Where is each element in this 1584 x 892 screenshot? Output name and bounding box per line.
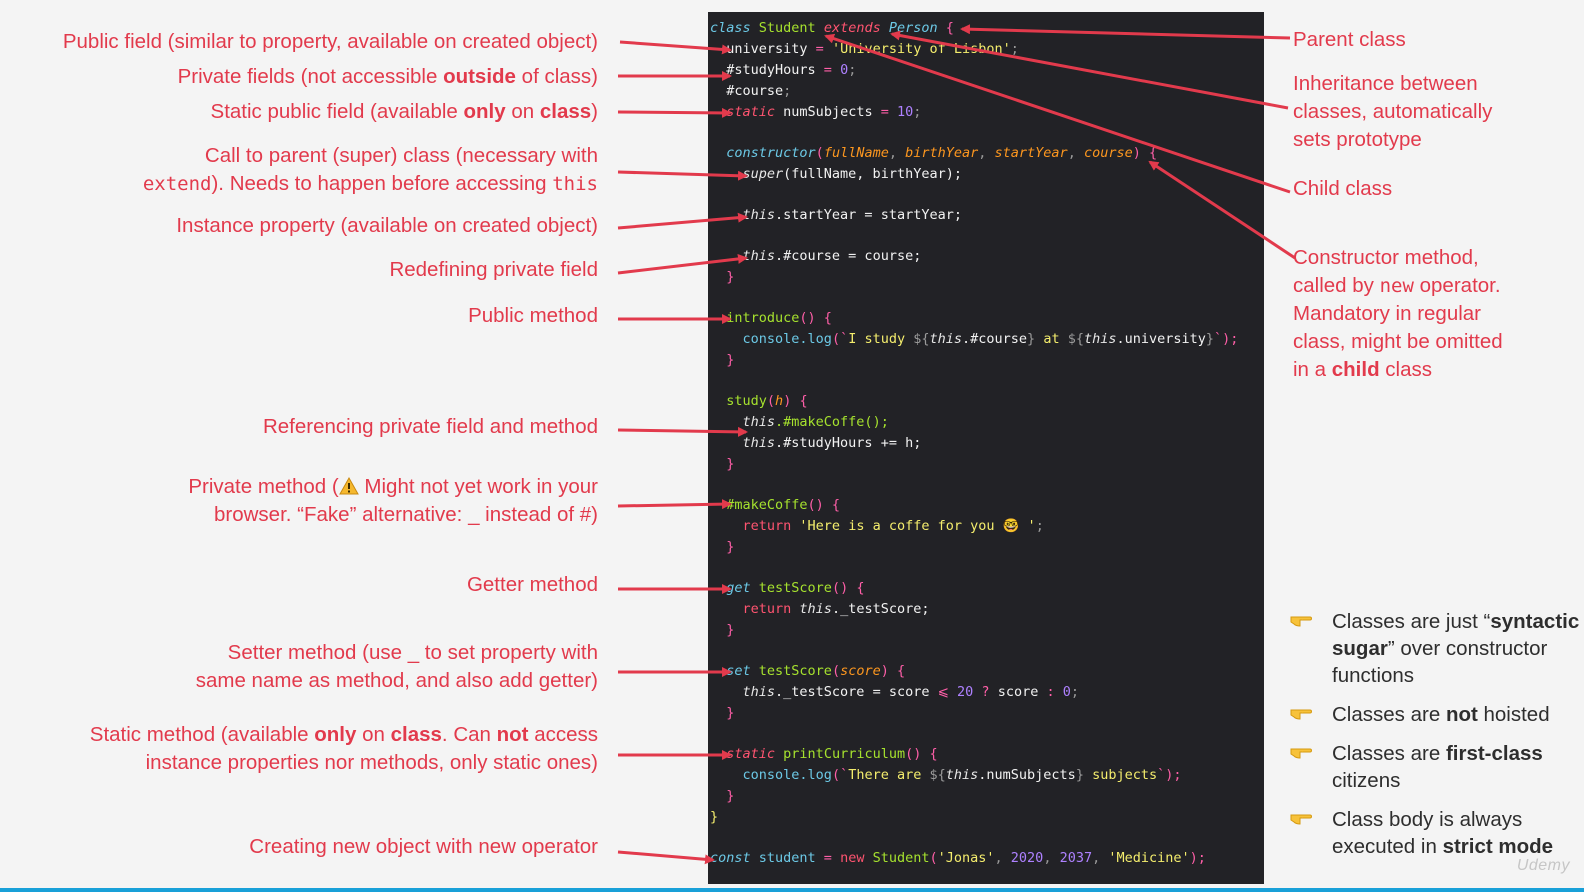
code-line: }: [726, 456, 735, 472]
code-line: university = 'University of Lisbon';: [726, 41, 1019, 57]
annotation-public-method: Public method: [468, 304, 598, 327]
code-line: this.startYear = startYear;: [742, 207, 962, 223]
code-line: this.#studyHours += h;: [742, 435, 922, 451]
code-line: return 'Here is a coffe for you 🤓 ';: [742, 518, 1044, 534]
pointing-hand-icon: [1290, 814, 1312, 825]
annotation-instance-property: Instance property (available on created …: [176, 214, 598, 237]
annotation-creating-object: Creating new object with new operator: [249, 835, 598, 858]
code-line: console.log(`I study ${this.#course} at …: [742, 331, 1239, 347]
annotation-super-call: Call to parent (super) class (necessary …: [142, 144, 598, 195]
annotation-static-method: Static method (available only on class. …: [89, 723, 598, 774]
annotation-redefine-private: Redefining private field: [389, 258, 598, 281]
annotation-private-fields: Private fields (not accessible outside o…: [177, 65, 598, 88]
code-line: super(fullName, birthYear);: [742, 166, 962, 182]
code-line: get testScore() {: [726, 580, 865, 596]
annotation-child-class: Child class: [1293, 177, 1393, 200]
code-line: return this._testScore;: [742, 601, 930, 617]
arrow: [617, 850, 715, 865]
code-line: this.#course = course;: [742, 248, 922, 264]
annotation-parent-class: Parent class: [1293, 28, 1406, 51]
slide: class Student extends Person { universit…: [0, 0, 1584, 892]
code-line: }: [726, 269, 735, 285]
annotation-ref-private: Referencing private field and method: [262, 415, 598, 438]
code-line: }: [710, 809, 719, 825]
watermark: Udemy: [1516, 857, 1570, 874]
code-line: console.log(`There are ${this.numSubject…: [742, 767, 1182, 783]
code-line: }: [726, 622, 735, 638]
annotation-private-method: Private method ( Might not yet work in y…: [188, 475, 598, 526]
code-line: constructor(fullName, birthYear, startYe…: [726, 145, 1158, 161]
code-line: class Student extends Person {: [710, 20, 954, 36]
code-line: }: [726, 788, 735, 804]
pointing-hand-icon: [1290, 748, 1312, 759]
code-line: }: [726, 705, 735, 721]
code-line: #makeCoffe() {: [726, 497, 841, 513]
code-line: this.#makeCoffe();: [742, 414, 889, 430]
code-line: introduce() {: [726, 310, 832, 326]
annotation-public-field: Public field (similar to property, avail…: [62, 30, 598, 53]
annotation-static-field: Static public field (available only on c…: [210, 100, 598, 123]
code-line: #studyHours = 0;: [726, 62, 857, 78]
code-line: static printCurriculum() {: [726, 746, 938, 762]
code-line: #course;: [726, 83, 792, 99]
code-line: const student = new Student('Jonas', 202…: [710, 850, 1206, 866]
progress-bar: [0, 888, 1584, 892]
annotation-getter: Getter method: [466, 573, 598, 596]
code-line: }: [726, 352, 735, 368]
code-line: static numSubjects = 10;: [726, 104, 922, 120]
code-line: }: [726, 539, 735, 555]
annotation-setter: Setter method (use _ to set property wit…: [195, 641, 598, 692]
code-line: set testScore(score) {: [726, 663, 906, 679]
pointing-hand-icon: [1290, 709, 1312, 720]
code-line: study(h) {: [726, 393, 808, 409]
annotation-inheritance: Inheritance between classes, automaticall…: [1293, 72, 1493, 151]
warning-icon: [338, 476, 359, 495]
annotation-constructor: Constructor method, called by new operato…: [1293, 246, 1503, 381]
code-line: this._testScore = score ⩽ 20 ? score : 0…: [742, 684, 1080, 700]
pointing-hand-icon: [1290, 616, 1312, 627]
